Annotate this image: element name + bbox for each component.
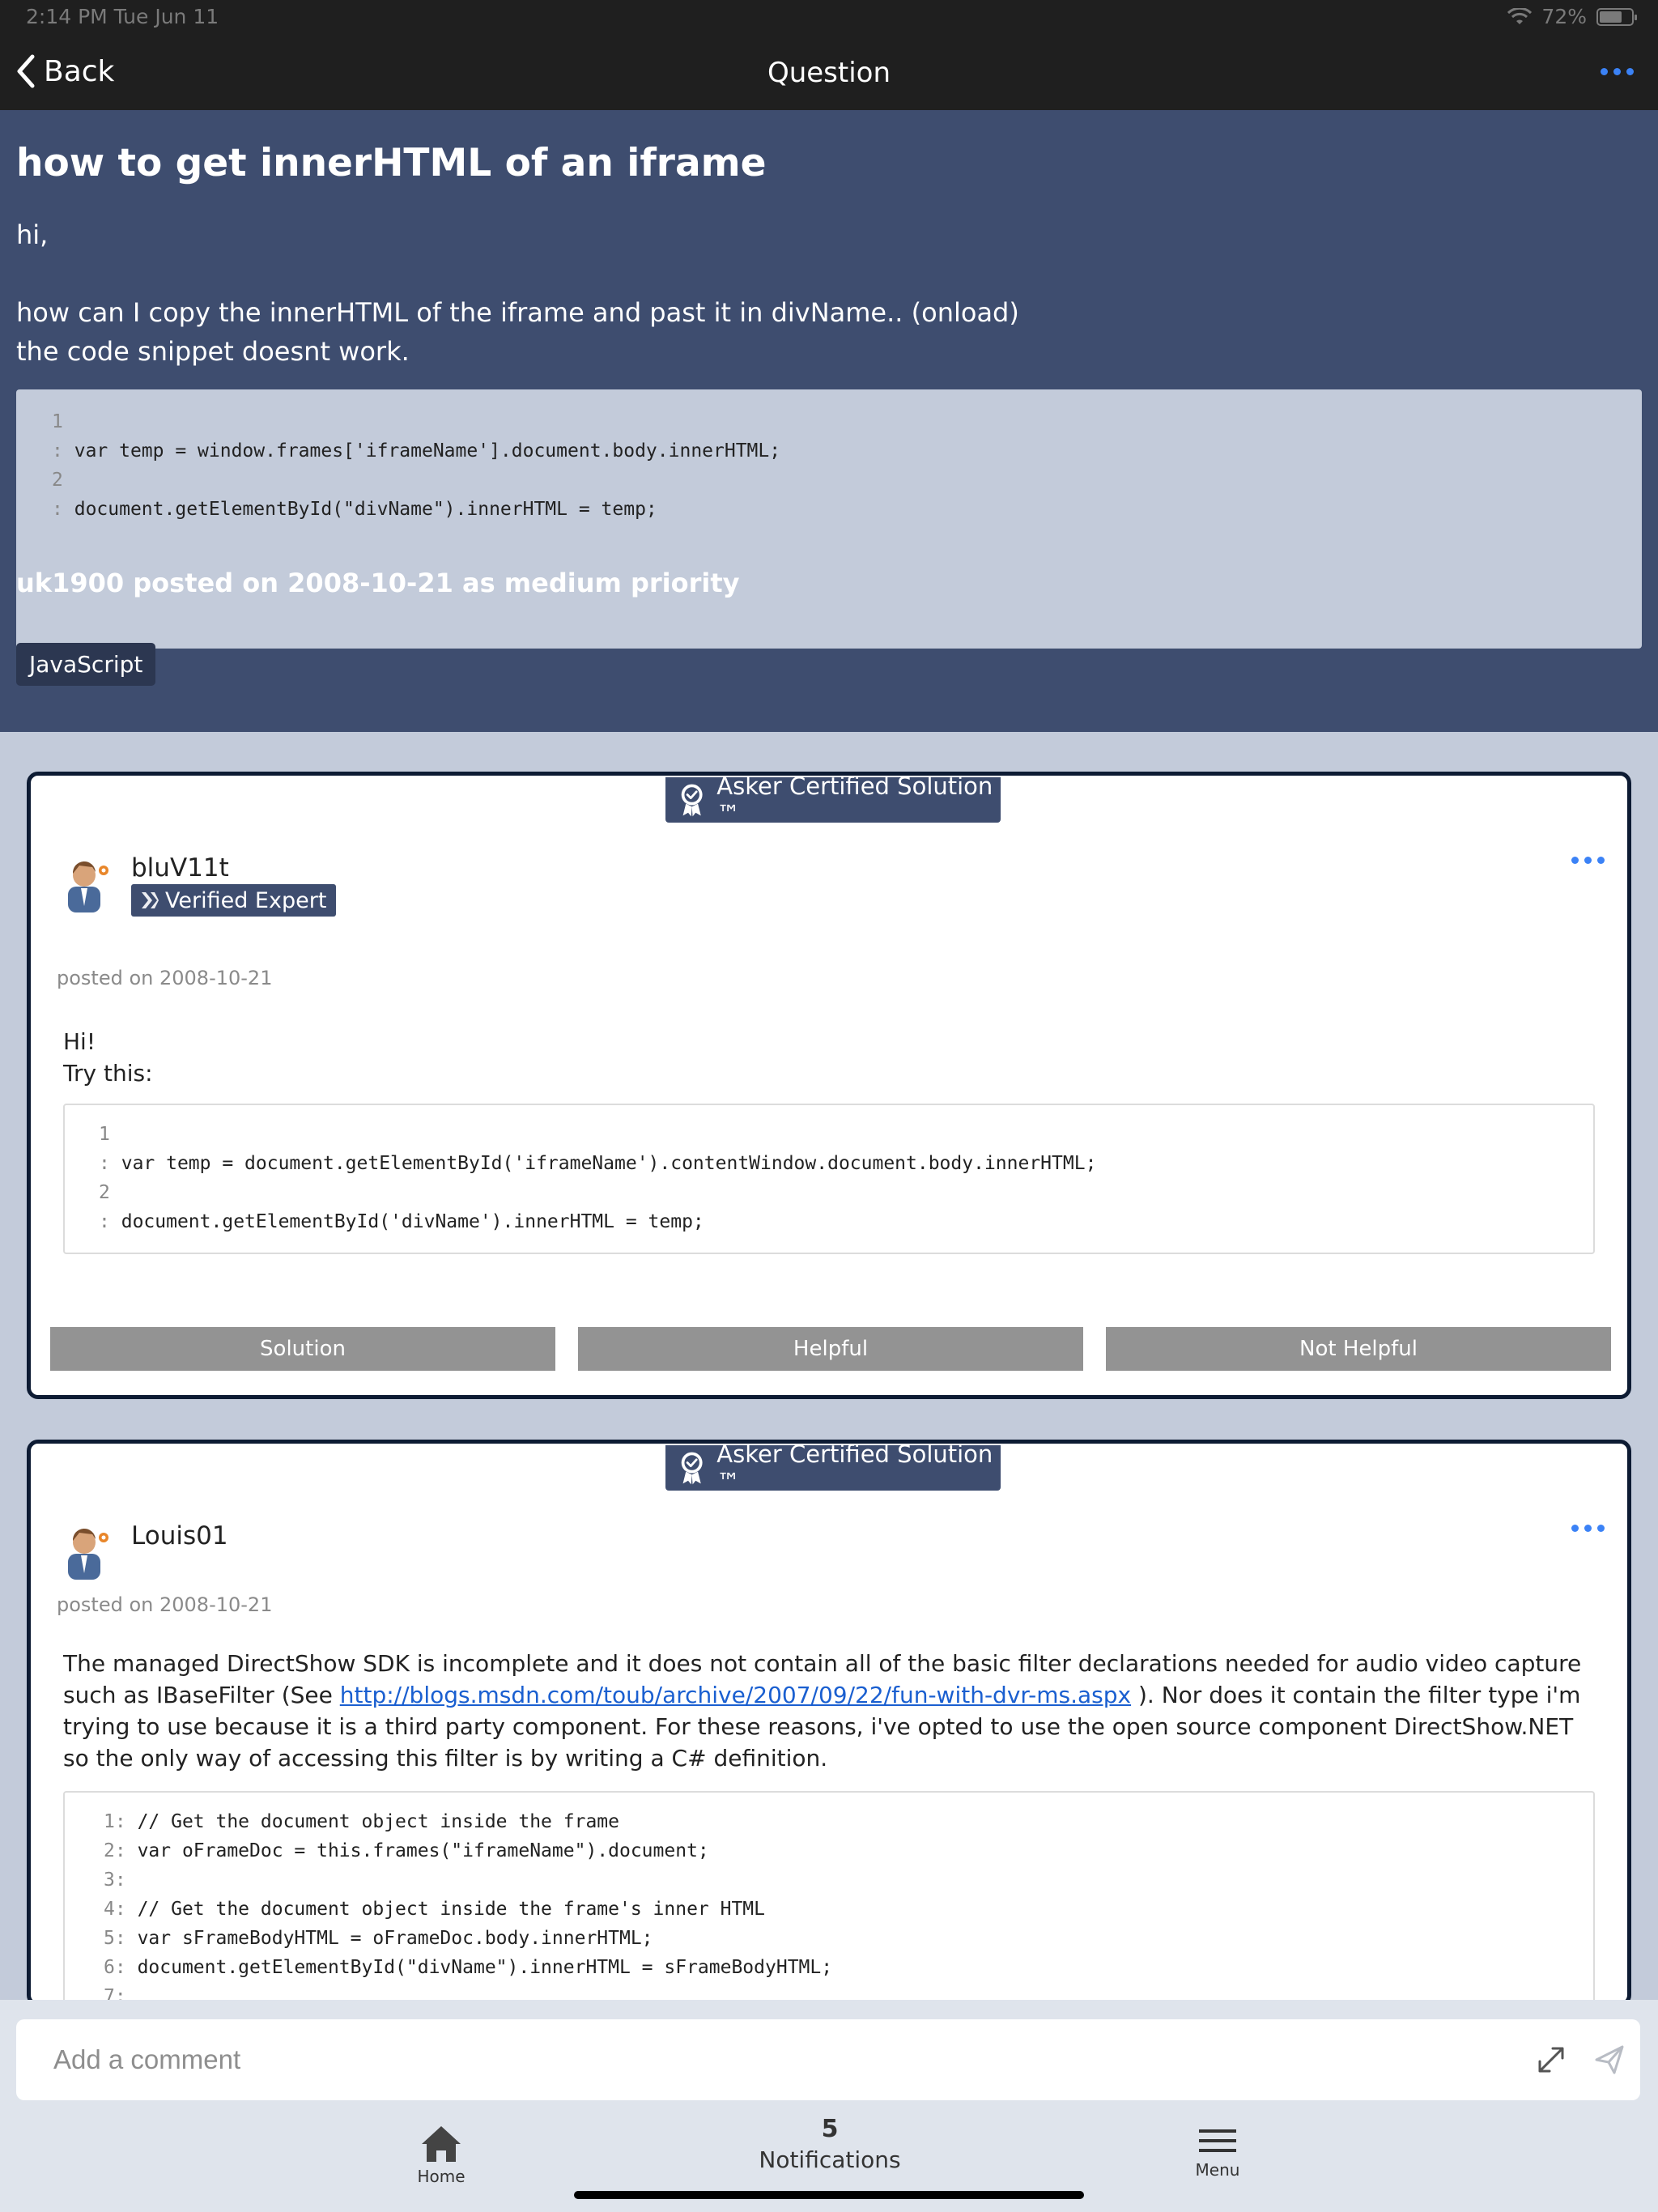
code-line: : document.getElementById('divName').inn…: [99, 1211, 704, 1232]
battery-icon: [1596, 7, 1637, 26]
blog-link[interactable]: http://blogs.msdn.com/toub/archive/2007/…: [340, 1682, 1131, 1708]
home-indicator[interactable]: [574, 2191, 1084, 2199]
answer-text: The managed DirectShow SDK is incomplete…: [63, 1650, 1582, 1772]
more-dot-icon: [1597, 857, 1605, 864]
more-options-button[interactable]: [1601, 68, 1634, 75]
hamburger-menu-icon: [1199, 2129, 1236, 2152]
posted-date: posted on 2008-10-21: [57, 1593, 273, 1616]
code-line: 1: [52, 411, 63, 432]
answer-code-block: 1: // Get the document object inside the…: [63, 1791, 1595, 2002]
comment-bar: [16, 2019, 1640, 2100]
answer-line: Try this:: [63, 1060, 153, 1087]
answer-code-block: 1 : var temp = document.getElementById('…: [63, 1104, 1595, 1254]
nav-bar: Back Question: [0, 36, 1658, 110]
more-dot-icon: [1597, 1525, 1605, 1532]
tab-bar: Home 5 Notifications Menu: [0, 2113, 1658, 2186]
comment-input[interactable]: [53, 2037, 1430, 2082]
answer-more-button[interactable]: [1571, 857, 1605, 864]
question-title: how to get innerHTML of an iframe: [16, 141, 767, 185]
answer-line: Hi!: [63, 1028, 96, 1055]
answer-more-button[interactable]: [1571, 1525, 1605, 1532]
code-line: 2: [52, 470, 63, 491]
answer-username[interactable]: bluV11t: [131, 853, 229, 883]
avatar[interactable]: [63, 857, 113, 912]
code-line: 2: [99, 1182, 110, 1203]
posted-date: posted on 2008-10-21: [57, 967, 273, 989]
question-line: the code snippet doesnt work.: [16, 336, 410, 367]
code-line: 5: var sFrameBodyHTML = oFrameDoc.body.i…: [104, 1928, 653, 1949]
code-line: : document.getElementById("divName").inn…: [52, 499, 657, 520]
code-line: 6: document.getElementById("divName").in…: [104, 1957, 833, 1978]
status-bar: 2:14 PM Tue Jun 11 72%: [0, 0, 1658, 36]
not-helpful-button[interactable]: Not Helpful: [1106, 1327, 1611, 1371]
verified-expert-label: Verified Expert: [165, 887, 327, 913]
solution-button[interactable]: Solution: [50, 1327, 555, 1371]
code-line: 4: // Get the document object inside the…: [104, 1899, 766, 1920]
answer-card: Asker Certified Solution ™ bluV11t Verif…: [27, 772, 1631, 1399]
certified-solution-badge: Asker Certified Solution ™: [665, 776, 1001, 827]
more-dot-icon: [1571, 1525, 1579, 1532]
answer-username[interactable]: Louis01: [131, 1521, 228, 1551]
wifi-icon: [1507, 7, 1533, 24]
page-title: Question: [767, 57, 891, 89]
notifications-count: 5: [821, 2115, 839, 2143]
expert-x-icon: [142, 892, 159, 908]
code-line: 2: var oFrameDoc = this.frames("iframeNa…: [104, 1840, 709, 1861]
answer-text: Hi! Try this:: [63, 1026, 153, 1089]
code-line: 3:: [104, 1870, 126, 1891]
tab-notifications-label: Notifications: [759, 2146, 901, 2173]
tab-notifications[interactable]: 5 Notifications: [753, 2115, 907, 2173]
more-dot-icon: [1584, 1525, 1592, 1532]
answer-actions: Solution Helpful Not Helpful: [50, 1327, 1611, 1371]
tag-javascript[interactable]: JavaScript: [16, 643, 156, 686]
code-line: 1: [99, 1124, 110, 1145]
question-greeting: hi,: [16, 219, 49, 250]
tab-menu-label: Menu: [1195, 2160, 1240, 2180]
award-ribbon-icon: [681, 784, 703, 817]
question-meta: uk1900 posted on 2008-10-21 as medium pr…: [16, 568, 740, 598]
tab-home[interactable]: Home: [409, 2125, 474, 2186]
tab-menu[interactable]: Menu: [1184, 2125, 1252, 2180]
avatar[interactable]: [63, 1525, 113, 1580]
more-dot-icon: [1584, 857, 1592, 864]
tab-home-label: Home: [417, 2167, 466, 2186]
badge-label: Asker Certified Solution ™: [716, 1440, 993, 1495]
expand-icon[interactable]: [1535, 2044, 1567, 2076]
bottom-area: Home 5 Notifications Menu: [0, 2000, 1658, 2212]
verified-expert-badge: Verified Expert: [131, 884, 337, 917]
answer-card: Asker Certified Solution ™ Louis01 poste…: [27, 1440, 1631, 2006]
send-icon[interactable]: [1593, 2044, 1626, 2076]
status-time: 2:14 PM Tue Jun 11: [26, 5, 219, 28]
badge-label: Asker Certified Solution ™: [716, 772, 993, 827]
award-ribbon-icon: [681, 1452, 703, 1485]
question-line: how can I copy the innerHTML of the ifra…: [16, 297, 1019, 328]
more-dot-icon: [1613, 68, 1621, 75]
code-line: : var temp = window.frames['iframeName']…: [52, 440, 781, 462]
battery-percent: 72%: [1541, 5, 1587, 28]
helpful-button[interactable]: Helpful: [578, 1327, 1083, 1371]
code-line: 1: // Get the document object inside the…: [104, 1811, 619, 1832]
status-right: 72%: [1507, 5, 1637, 28]
question-section: how to get innerHTML of an iframe hi, ho…: [0, 110, 1658, 732]
question-code-block: 1 : var temp = window.frames['iframeName…: [16, 389, 1642, 649]
more-dot-icon: [1601, 68, 1608, 75]
more-dot-icon: [1571, 857, 1579, 864]
question-body: hi, how can I copy the innerHTML of the …: [16, 215, 1019, 371]
certified-solution-badge: Asker Certified Solution ™: [665, 1444, 1001, 1495]
more-dot-icon: [1626, 68, 1634, 75]
code-line: : var temp = document.getElementById('if…: [99, 1153, 1097, 1174]
home-icon: [422, 2126, 461, 2162]
